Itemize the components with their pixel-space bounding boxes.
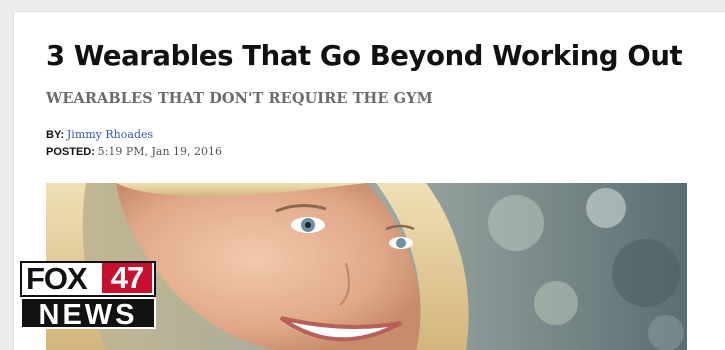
logo-news-word: NEWS (20, 297, 156, 331)
byline: BY: Jimmy Rhoades (46, 128, 153, 142)
article-headline: 3 Wearables That Go Beyond Working Out (46, 40, 683, 72)
posted-info: POSTED: 5:19 PM, Jan 19, 2016 (46, 145, 222, 159)
posted-date: 5:19 PM, Jan 19, 2016 (97, 145, 223, 158)
byline-label: BY: (46, 129, 65, 141)
article-subheadline: WEARABLES THAT DON'T REQUIRE THE GYM (46, 90, 433, 107)
author-link[interactable]: Jimmy Rhoades (67, 128, 153, 141)
logo-channel-number: 47 (102, 262, 152, 293)
posted-label: POSTED: (46, 146, 95, 158)
page: 3 Wearables That Go Beyond Working Out W… (0, 0, 725, 350)
fox47-news-logo: FOX 47 NEWS (20, 261, 156, 331)
